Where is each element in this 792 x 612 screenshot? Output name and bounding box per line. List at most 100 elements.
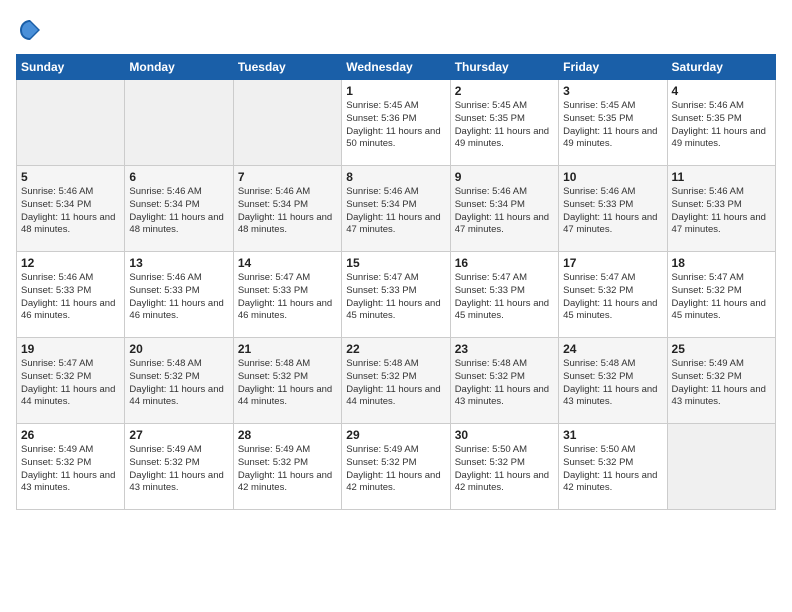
empty-cell [233,80,341,166]
day-number: 11 [672,170,771,184]
day-cell-9: 9 Sunrise: 5:46 AMSunset: 5:34 PMDaylight… [450,166,558,252]
day-number: 7 [238,170,337,184]
day-info: Sunrise: 5:47 AMSunset: 5:33 PMDaylight:… [346,272,445,323]
day-cell-3: 3Sunrise: 5:45 AMSunset: 5:35 PMDaylight… [559,80,667,166]
day-number: 19 [21,342,120,356]
day-info: Sunrise: 5:49 AMSunset: 5:32 PMDaylight:… [238,444,337,495]
day-number: 17 [563,256,662,270]
day-info: Sunrise: 5:47 AMSunset: 5:33 PMDaylight:… [238,272,337,323]
day-cell-14: 14 Sunrise: 5:47 AMSunset: 5:33 PMDayligh… [233,252,341,338]
empty-cell [667,424,775,510]
day-info: Sunrise: 5:48 AMSunset: 5:32 PMDaylight:… [563,358,662,409]
weekday-header-sunday: Sunday [17,55,125,80]
day-info: Sunrise: 5:46 AMSunset: 5:33 PMDaylight:… [21,272,120,323]
day-cell-1: 1 Sunrise: 5:45 AMSunset: 5:36 PMDaylight… [342,80,450,166]
day-number: 9 [455,170,554,184]
day-number: 27 [129,428,228,442]
day-info: Sunrise: 5:49 AMSunset: 5:32 PMDaylight:… [672,358,771,409]
day-cell-21: 21 Sunrise: 5:48 AMSunset: 5:32 PMDayligh… [233,338,341,424]
day-cell-28: 28 Sunrise: 5:49 AMSunset: 5:32 PMDayligh… [233,424,341,510]
day-number: 23 [455,342,554,356]
day-number: 31 [563,428,662,442]
day-number: 14 [238,256,337,270]
day-number: 29 [346,428,445,442]
day-number: 12 [21,256,120,270]
day-cell-18: 18 Sunrise: 5:47 AMSunset: 5:32 PMDayligh… [667,252,775,338]
day-info: Sunrise: 5:48 AMSunset: 5:32 PMDaylight:… [238,358,337,409]
day-cell-22: 22Sunrise: 5:48 AMSunset: 5:32 PMDayligh… [342,338,450,424]
day-number: 1 [346,84,445,98]
day-info: Sunrise: 5:46 AMSunset: 5:35 PMDaylight:… [672,100,771,151]
day-number: 18 [672,256,771,270]
day-info: Sunrise: 5:49 AMSunset: 5:32 PMDaylight:… [346,444,445,495]
week-row-4: 19Sunrise: 5:47 AMSunset: 5:32 PMDayligh… [17,338,776,424]
day-info: Sunrise: 5:47 AMSunset: 5:32 PMDaylight:… [672,272,771,323]
day-cell-31: 31 Sunrise: 5:50 AMSunset: 5:32 PMDayligh… [559,424,667,510]
day-number: 26 [21,428,120,442]
week-row-5: 26 Sunrise: 5:49 AMSunset: 5:32 PMDayligh… [17,424,776,510]
day-cell-13: 13Sunrise: 5:46 AMSunset: 5:33 PMDayligh… [125,252,233,338]
day-number: 30 [455,428,554,442]
day-cell-17: 17 Sunrise: 5:47 AMSunset: 5:32 PMDayligh… [559,252,667,338]
day-cell-20: 20 Sunrise: 5:48 AMSunset: 5:32 PMDayligh… [125,338,233,424]
day-info: Sunrise: 5:47 AMSunset: 5:32 PMDaylight:… [563,272,662,323]
weekday-header-thursday: Thursday [450,55,558,80]
weekday-header-row: SundayMondayTuesdayWednesdayThursdayFrid… [17,55,776,80]
day-number: 22 [346,342,445,356]
empty-cell [17,80,125,166]
page-header [16,16,776,44]
day-info: Sunrise: 5:46 AMSunset: 5:34 PMDaylight:… [455,186,554,237]
day-cell-19: 19Sunrise: 5:47 AMSunset: 5:32 PMDayligh… [17,338,125,424]
day-cell-23: 23 Sunrise: 5:48 AMSunset: 5:32 PMDayligh… [450,338,558,424]
day-info: Sunrise: 5:50 AMSunset: 5:32 PMDaylight:… [455,444,554,495]
day-info: Sunrise: 5:48 AMSunset: 5:32 PMDaylight:… [455,358,554,409]
week-row-1: 1 Sunrise: 5:45 AMSunset: 5:36 PMDaylight… [17,80,776,166]
day-cell-26: 26 Sunrise: 5:49 AMSunset: 5:32 PMDayligh… [17,424,125,510]
day-number: 10 [563,170,662,184]
weekday-header-friday: Friday [559,55,667,80]
day-cell-15: 15 Sunrise: 5:47 AMSunset: 5:33 PMDayligh… [342,252,450,338]
day-number: 28 [238,428,337,442]
day-info: Sunrise: 5:47 AMSunset: 5:33 PMDaylight:… [455,272,554,323]
day-number: 25 [672,342,771,356]
day-info: Sunrise: 5:46 AMSunset: 5:33 PMDaylight:… [563,186,662,237]
day-number: 16 [455,256,554,270]
day-info: Sunrise: 5:46 AMSunset: 5:34 PMDaylight:… [346,186,445,237]
day-cell-30: 30 Sunrise: 5:50 AMSunset: 5:32 PMDayligh… [450,424,558,510]
day-cell-12: 12 Sunrise: 5:46 AMSunset: 5:33 PMDayligh… [17,252,125,338]
day-number: 20 [129,342,228,356]
weekday-header-wednesday: Wednesday [342,55,450,80]
day-number: 21 [238,342,337,356]
day-number: 8 [346,170,445,184]
week-row-3: 12 Sunrise: 5:46 AMSunset: 5:33 PMDayligh… [17,252,776,338]
day-number: 15 [346,256,445,270]
day-number: 3 [563,84,662,98]
day-cell-16: 16 Sunrise: 5:47 AMSunset: 5:33 PMDayligh… [450,252,558,338]
day-cell-5: 5Sunrise: 5:46 AMSunset: 5:34 PMDaylight… [17,166,125,252]
day-cell-8: 8 Sunrise: 5:46 AMSunset: 5:34 PMDaylight… [342,166,450,252]
day-info: Sunrise: 5:45 AMSunset: 5:35 PMDaylight:… [455,100,554,151]
day-number: 2 [455,84,554,98]
day-cell-10: 10 Sunrise: 5:46 AMSunset: 5:33 PMDayligh… [559,166,667,252]
day-cell-29: 29 Sunrise: 5:49 AMSunset: 5:32 PMDayligh… [342,424,450,510]
day-cell-25: 25 Sunrise: 5:49 AMSunset: 5:32 PMDayligh… [667,338,775,424]
day-cell-27: 27 Sunrise: 5:49 AMSunset: 5:32 PMDayligh… [125,424,233,510]
day-number: 4 [672,84,771,98]
empty-cell [125,80,233,166]
day-info: Sunrise: 5:50 AMSunset: 5:32 PMDaylight:… [563,444,662,495]
day-cell-24: 24 Sunrise: 5:48 AMSunset: 5:32 PMDayligh… [559,338,667,424]
week-row-2: 5Sunrise: 5:46 AMSunset: 5:34 PMDaylight… [17,166,776,252]
weekday-header-tuesday: Tuesday [233,55,341,80]
logo-icon [16,16,44,44]
day-info: Sunrise: 5:49 AMSunset: 5:32 PMDaylight:… [21,444,120,495]
day-info: Sunrise: 5:49 AMSunset: 5:32 PMDaylight:… [129,444,228,495]
day-cell-7: 7Sunrise: 5:46 AMSunset: 5:34 PMDaylight… [233,166,341,252]
day-number: 24 [563,342,662,356]
day-info: Sunrise: 5:46 AMSunset: 5:33 PMDaylight:… [672,186,771,237]
day-cell-4: 4 Sunrise: 5:46 AMSunset: 5:35 PMDaylight… [667,80,775,166]
day-info: Sunrise: 5:45 AMSunset: 5:36 PMDaylight:… [346,100,445,151]
day-cell-11: 11 Sunrise: 5:46 AMSunset: 5:33 PMDayligh… [667,166,775,252]
day-info: Sunrise: 5:48 AMSunset: 5:32 PMDaylight:… [129,358,228,409]
day-info: Sunrise: 5:46 AMSunset: 5:34 PMDaylight:… [129,186,228,237]
day-number: 13 [129,256,228,270]
